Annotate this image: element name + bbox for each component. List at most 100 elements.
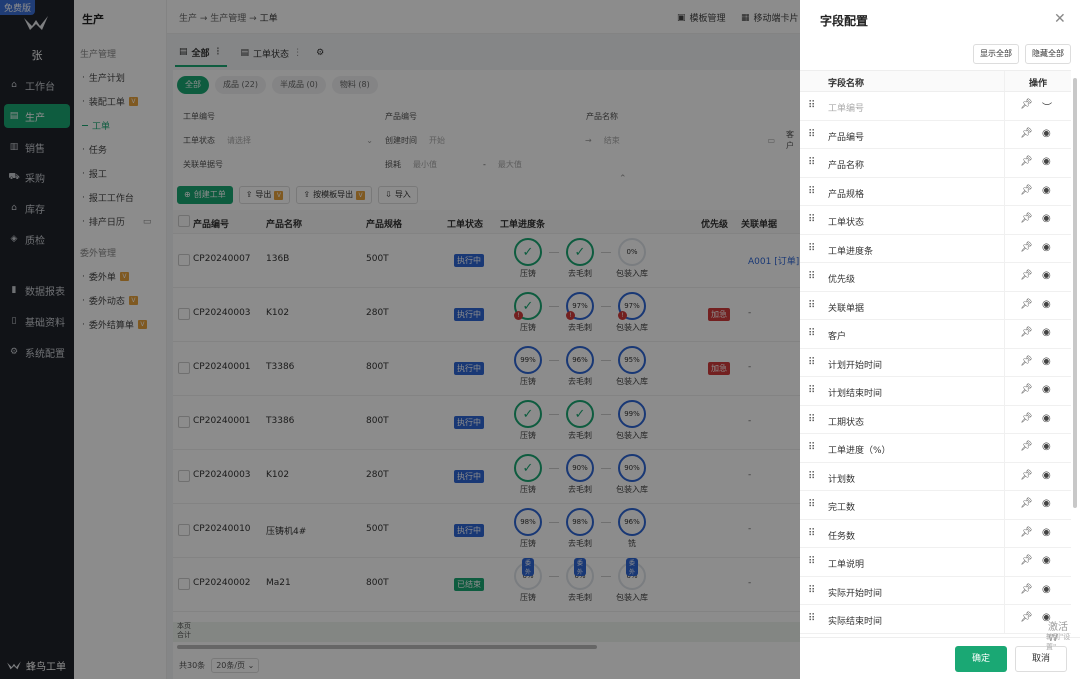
eye-icon[interactable]: ◉: [1042, 527, 1051, 538]
drag-handle-icon[interactable]: ⠿: [808, 471, 815, 482]
field-row[interactable]: ⠿ 计划数 📌︎ ◉: [800, 462, 1071, 491]
drag-handle-icon[interactable]: ⠿: [808, 214, 815, 225]
pin-icon[interactable]: 📌︎: [1020, 584, 1033, 595]
pin-icon[interactable]: 📌︎: [1020, 555, 1033, 566]
field-row[interactable]: ⠿ 实际开始时间 📌︎ ◉: [800, 576, 1071, 605]
eye-icon[interactable]: ◉: [1042, 242, 1051, 253]
drag-handle-icon[interactable]: ⠿: [808, 385, 815, 396]
eye-icon[interactable]: ◉: [1042, 156, 1051, 167]
field-row[interactable]: ⠿ 工期状态 📌︎ ◉: [800, 405, 1071, 434]
field-row[interactable]: ⠿ 工单进度条 📌︎ ◉: [800, 234, 1071, 263]
field-name: 实际开始时间: [828, 588, 883, 599]
show-all-button[interactable]: 显示全部: [973, 44, 1019, 64]
drag-handle-icon[interactable]: ⠿: [808, 100, 815, 111]
pin-icon[interactable]: 📌︎: [1020, 413, 1033, 424]
field-name: 工单说明: [828, 560, 865, 570]
field-name: 工单进度条: [828, 246, 874, 257]
drawer-title: 字段配置: [820, 14, 869, 28]
pin-icon[interactable]: 📌︎: [1020, 612, 1033, 623]
eye-icon[interactable]: ◉: [1042, 356, 1051, 367]
field-row[interactable]: ⠿ 优先级 📌︎ ◉: [800, 263, 1071, 292]
eye-icon[interactable]: ◉: [1042, 185, 1051, 196]
field-row[interactable]: ⠿ 产品名称 📌︎ ◉: [800, 149, 1071, 178]
drag-handle-icon[interactable]: ⠿: [808, 300, 815, 311]
pin-icon[interactable]: 📌︎: [1020, 213, 1033, 224]
field-name: 工期状态: [828, 417, 865, 428]
field-table-header: 字段名称 操作: [800, 70, 1071, 92]
pin-icon[interactable]: 📌︎: [1020, 441, 1033, 452]
eye-icon[interactable]: ◉: [1042, 413, 1051, 424]
drawer-footer: 确定 取消: [800, 637, 1080, 679]
drag-handle-icon[interactable]: ⠿: [808, 499, 815, 510]
col-field-name: 字段名称: [828, 79, 865, 89]
eye-icon[interactable]: ◉: [1042, 555, 1051, 566]
pin-icon[interactable]: 📌︎: [1020, 270, 1033, 281]
field-row[interactable]: ⠿ 实际结束时间 📌︎ ◉: [800, 605, 1071, 634]
eye-icon[interactable]: ◉: [1042, 470, 1051, 481]
pin-icon[interactable]: 📌︎: [1020, 356, 1033, 367]
drag-handle-icon[interactable]: ⠿: [808, 243, 815, 254]
eye-icon[interactable]: ◉: [1042, 384, 1051, 395]
drag-handle-icon[interactable]: ⠿: [808, 186, 815, 197]
drag-handle-icon[interactable]: ⠿: [808, 271, 815, 282]
drawer-scrollbar[interactable]: [1073, 78, 1077, 508]
field-row[interactable]: ⠿ 工单说明 📌︎ ◉: [800, 548, 1071, 577]
drag-handle-icon[interactable]: ⠿: [808, 414, 815, 425]
pin-icon[interactable]: 📌︎: [1020, 99, 1033, 110]
drag-handle-icon[interactable]: ⠿: [808, 585, 815, 596]
field-row[interactable]: ⠿ 工单进度（%） 📌︎ ◉: [800, 434, 1071, 463]
field-name: 工单进度（%）: [828, 446, 891, 456]
field-row[interactable]: ⠿ 关联单据 📌︎ ◉: [800, 291, 1071, 320]
pin-icon[interactable]: 📌︎: [1020, 498, 1033, 509]
drag-handle-icon[interactable]: ⠿: [808, 157, 815, 168]
pin-icon[interactable]: 📌︎: [1020, 156, 1033, 167]
field-row[interactable]: ⠿ 任务数 📌︎ ◉: [800, 519, 1071, 548]
drag-handle-icon[interactable]: ⠿: [808, 129, 815, 140]
pin-icon[interactable]: 📌︎: [1020, 299, 1033, 310]
eye-icon[interactable]: ◉: [1042, 270, 1051, 281]
pin-icon[interactable]: 📌︎: [1020, 128, 1033, 139]
drag-handle-icon[interactable]: ⠿: [808, 328, 815, 339]
field-row[interactable]: ⠿ 完工数 📌︎ ◉: [800, 491, 1071, 520]
hide-all-button[interactable]: 隐藏全部: [1025, 44, 1071, 64]
pin-icon[interactable]: 📌︎: [1020, 185, 1033, 196]
field-row[interactable]: ⠿ 计划开始时间 📌︎ ◉: [800, 348, 1071, 377]
field-row[interactable]: ⠿ 工单状态 📌︎ ◉: [800, 206, 1071, 235]
field-name: 计划数: [828, 474, 856, 485]
field-row[interactable]: ⠿ 工单编号 📌︎ ︶: [800, 92, 1071, 121]
drag-handle-icon[interactable]: ⠿: [808, 613, 815, 624]
field-name: 产品编号: [828, 132, 865, 143]
eye-icon[interactable]: ◉: [1042, 584, 1051, 595]
field-name: 工单编号: [828, 104, 865, 114]
field-name: 产品规格: [828, 189, 865, 200]
eye-icon[interactable]: ◉: [1042, 498, 1051, 509]
pin-icon[interactable]: 📌︎: [1020, 242, 1033, 253]
eye-icon[interactable]: ◉: [1042, 441, 1051, 452]
field-row[interactable]: ⠿ 客户 📌︎ ◉: [800, 320, 1071, 349]
pin-icon[interactable]: 📌︎: [1020, 527, 1033, 538]
activation-watermark-sub: 转到"设置": [1046, 633, 1071, 651]
field-name: 计划结束时间: [828, 389, 883, 399]
modal-overlay[interactable]: [0, 0, 800, 679]
drag-handle-icon[interactable]: ⠿: [808, 528, 815, 539]
field-name: 优先级: [828, 275, 856, 285]
eye-icon[interactable]: ◉: [1042, 128, 1051, 139]
eye-icon[interactable]: ◉: [1042, 327, 1051, 338]
drag-handle-icon[interactable]: ⠿: [808, 357, 815, 368]
pin-icon[interactable]: 📌︎: [1020, 327, 1033, 338]
pin-icon[interactable]: 📌︎: [1020, 384, 1033, 395]
field-row[interactable]: ⠿ 产品编号 📌︎ ◉: [800, 120, 1071, 149]
confirm-button[interactable]: 确定: [955, 646, 1007, 672]
field-name: 完工数: [828, 503, 856, 513]
field-row[interactable]: ⠿ 产品规格 📌︎ ◉: [800, 177, 1071, 206]
close-icon[interactable]: ✕: [1054, 11, 1066, 27]
field-name: 产品名称: [828, 161, 865, 171]
eye-icon[interactable]: ◉: [1042, 213, 1051, 224]
field-config-drawer: 字段配置 ✕ 显示全部 隐藏全部 字段名称 操作 ⠿ 工单编号 📌︎ ︶ ⠿ 产品编号 📌︎…: [800, 0, 1080, 679]
drag-handle-icon[interactable]: ⠿: [808, 556, 815, 567]
drag-handle-icon[interactable]: ⠿: [808, 442, 815, 453]
pin-icon[interactable]: 📌︎: [1020, 470, 1033, 481]
eye-icon[interactable]: ◉: [1042, 299, 1051, 310]
field-row[interactable]: ⠿ 计划结束时间 📌︎ ◉: [800, 377, 1071, 406]
eye-closed-icon[interactable]: ︶: [1042, 99, 1052, 114]
